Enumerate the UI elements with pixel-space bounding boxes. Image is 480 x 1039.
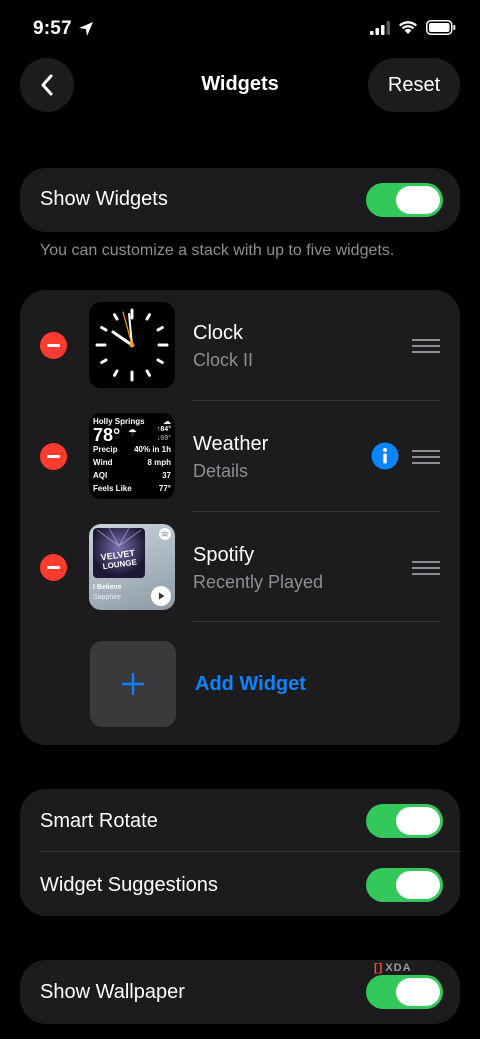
cloud-icon: ☁ [163, 417, 171, 426]
weather-high: ↑84° [156, 426, 171, 433]
show-wallpaper-toggle[interactable] [366, 975, 443, 1009]
remove-clock-button[interactable] [40, 332, 67, 359]
reorder-handle-icon[interactable] [412, 339, 440, 357]
widget-list-card: Clock Clock II Holly Springs ☁ 78° ☂ ↑84… [20, 290, 460, 745]
clock-face-icon [95, 308, 169, 382]
spotify-logo-icon [159, 528, 171, 540]
add-widget-button[interactable]: Add Widget [195, 673, 306, 696]
weather-row-value: 37 [162, 471, 171, 480]
row-separator [40, 851, 460, 852]
smart-rotate-toggle[interactable] [366, 804, 443, 838]
weather-row-label: Feels Like [93, 484, 132, 493]
weather-row-label: Precip [93, 445, 118, 454]
play-button-icon [151, 586, 171, 606]
widget-suggestions-toggle[interactable] [366, 868, 443, 902]
album-art-icon: VELVET LOUNGE [93, 527, 145, 578]
weather-widget-thumbnail: Holly Springs ☁ 78° ☂ ↑84° ↓69° Precip 40… [89, 413, 175, 499]
show-wallpaper-label: Show Wallpaper [40, 981, 185, 1003]
widget-subtitle-spotify: Recently Played [193, 572, 324, 592]
reorder-handle-icon[interactable] [412, 450, 440, 468]
battery-icon [426, 20, 456, 35]
weather-low: ↓69° [156, 435, 171, 442]
weather-row-value: 40% in 1h [134, 445, 171, 454]
wifi-icon [399, 21, 417, 34]
show-widgets-card: Show Widgets [20, 168, 460, 232]
show-widgets-label: Show Widgets [40, 188, 168, 210]
show-widgets-toggle[interactable] [366, 183, 443, 217]
weather-row-value: 77° [158, 484, 171, 493]
weather-row-label: AQI [93, 471, 108, 480]
status-time: 9:57 [33, 18, 72, 39]
widget-subtitle-weather: Details [193, 461, 249, 481]
clock-widget-thumbnail [89, 302, 175, 388]
reorder-handle-icon[interactable] [412, 561, 440, 579]
remove-spotify-button[interactable] [40, 554, 67, 581]
spotify-widget-thumbnail: VELVET LOUNGE I Believe Sapphire [89, 524, 175, 610]
info-icon[interactable] [371, 442, 399, 470]
options-card: Smart Rotate Widget Suggestions [20, 789, 460, 916]
weather-temp: 78° [93, 425, 121, 445]
weather-row-label: Wind [93, 458, 113, 467]
row-separator [193, 621, 440, 622]
show-widgets-hint: You can customize a stack with up to fiv… [40, 242, 395, 259]
widget-subtitle-clock: Clock II [193, 350, 254, 370]
smart-rotate-label: Smart Rotate [40, 810, 158, 832]
status-icons [370, 20, 456, 35]
location-arrow-icon [79, 22, 93, 36]
reset-button[interactable]: Reset [368, 58, 460, 112]
cellular-signal-icon [370, 20, 390, 35]
row-separator [193, 400, 440, 401]
spotify-song: I Believe [93, 584, 122, 591]
cloud-rain-icon: ☂ [128, 428, 137, 439]
plus-icon [122, 673, 144, 695]
widget-name-weather: Weather [193, 433, 269, 455]
widget-name-spotify: Spotify [193, 544, 255, 566]
weather-row-value: 8 mph [147, 458, 171, 467]
add-widget-tile[interactable] [90, 641, 176, 727]
remove-weather-button[interactable] [40, 443, 67, 470]
widget-name-clock: Clock [193, 322, 244, 344]
xda-watermark: [] XDA [374, 962, 412, 974]
row-separator [193, 511, 440, 512]
spotify-artist: Sapphire [93, 594, 122, 601]
widget-suggestions-label: Widget Suggestions [40, 874, 218, 896]
